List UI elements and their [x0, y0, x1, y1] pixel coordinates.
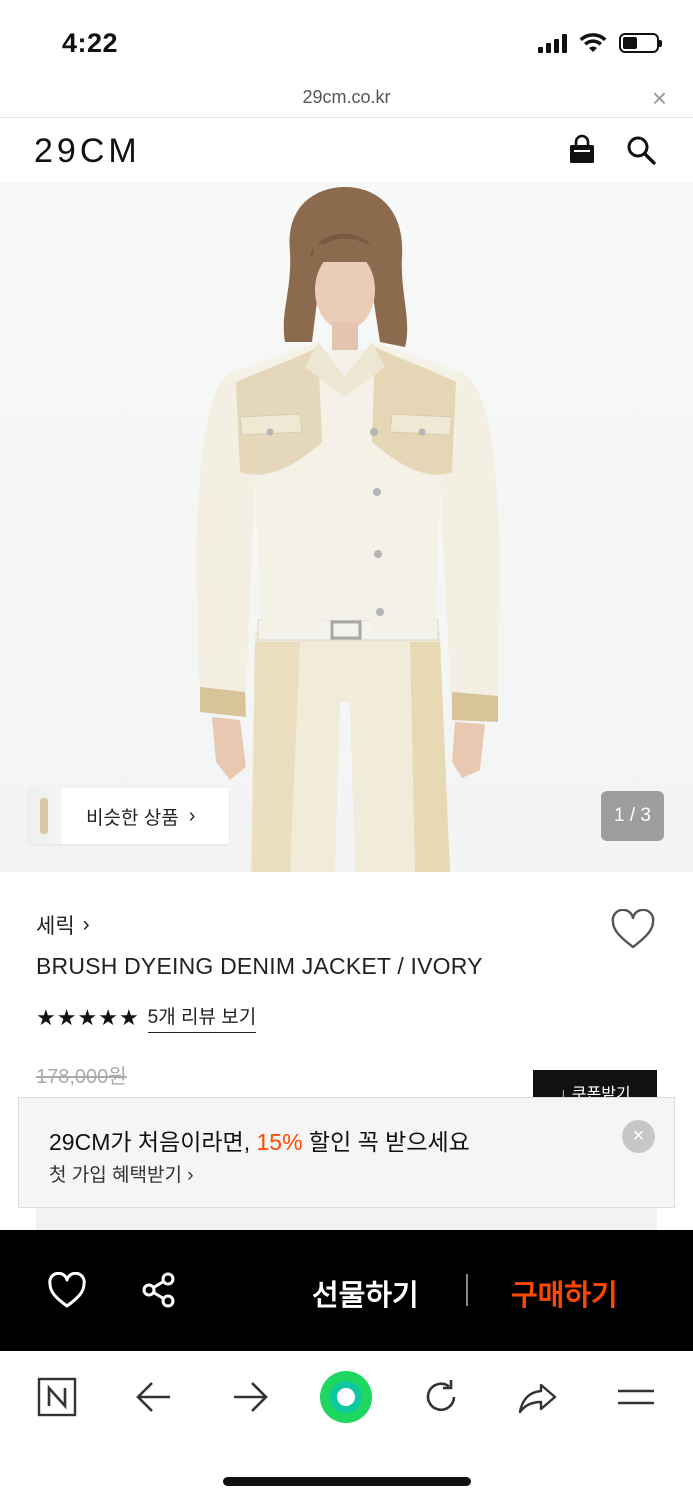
heart-icon[interactable]	[47, 1272, 87, 1310]
search-icon[interactable]	[625, 134, 657, 166]
star-icon: ★	[77, 1004, 98, 1030]
product-photo	[196, 187, 500, 872]
close-icon[interactable]: ×	[622, 1120, 655, 1153]
battery-icon	[619, 33, 662, 53]
naver-home-icon[interactable]	[35, 1375, 79, 1419]
review-link[interactable]: 5개 리뷰 보기	[147, 1002, 257, 1033]
promo-signup-link[interactable]: 첫 가입 혜택받기 ›	[49, 1160, 194, 1187]
back-arrow-icon[interactable]	[132, 1375, 176, 1419]
heart-icon[interactable]	[610, 909, 656, 951]
refresh-icon[interactable]	[419, 1375, 463, 1419]
star-icon: ★	[36, 1004, 56, 1030]
content-strip	[36, 1208, 657, 1230]
cellular-signal-icon	[538, 33, 567, 53]
promo-title-prefix: 29CM가 처음이라면,	[49, 1129, 257, 1155]
share-arrow-icon[interactable]	[516, 1375, 560, 1419]
green-dot-icon[interactable]	[318, 1369, 374, 1425]
promo-discount: 15%	[256, 1129, 303, 1155]
similar-products-button[interactable]: 비슷한 상품 ›	[28, 788, 229, 844]
rating-stars: ★ ★ ★ ★ ★	[36, 1004, 139, 1030]
shopping-bag-icon[interactable]	[566, 134, 598, 166]
status-icons	[538, 32, 662, 54]
image-page-indicator: 1 / 3	[601, 791, 664, 841]
url-text[interactable]: 29cm.co.kr	[0, 87, 693, 108]
product-name: BRUSH DYEING DENIM JACKET / IVORY	[36, 953, 483, 979]
browser-toolbar	[0, 1351, 693, 1500]
similar-products-label: 비슷한 상품	[86, 807, 179, 829]
rating-row: ★ ★ ★ ★ ★ 5개 리뷰 보기	[36, 1002, 257, 1033]
home-indicator[interactable]	[223, 1477, 471, 1486]
star-icon: ★	[56, 1004, 77, 1030]
status-bar: 4:22	[0, 0, 693, 84]
share-icon[interactable]	[140, 1271, 178, 1309]
similar-product-thumbnail	[28, 788, 62, 844]
signup-promo-banner[interactable]: 29CM가 처음이라면, 15% 할인 꼭 받으세요 첫 가입 혜택받기 › ×	[18, 1097, 675, 1208]
coupon-button[interactable]: ↓ 쿠폰받기	[533, 1070, 657, 1100]
status-time: 4:22	[62, 28, 119, 58]
divider	[466, 1274, 468, 1306]
close-icon[interactable]: ×	[652, 85, 667, 111]
chevron-right-icon: ›	[188, 804, 196, 827]
product-image-carousel[interactable]: 비슷한 상품 › 1 / 3	[0, 182, 693, 872]
site-logo[interactable]: 29CM	[34, 132, 141, 171]
wifi-icon	[579, 33, 607, 52]
original-price: 178,000원	[36, 1066, 127, 1088]
buy-button[interactable]: 구매하기	[511, 1272, 618, 1314]
gift-button[interactable]: 선물하기	[312, 1272, 419, 1314]
brand-name: 세릭	[36, 915, 75, 938]
brand-link[interactable]: 세릭 ›	[36, 910, 90, 940]
forward-arrow-icon[interactable]	[228, 1375, 272, 1419]
star-icon: ★	[118, 1004, 139, 1030]
site-header: 29CM	[0, 118, 693, 182]
chevron-right-icon: ›	[82, 913, 90, 936]
promo-title: 29CM가 처음이라면, 15% 할인 꼭 받으세요	[49, 1123, 470, 1157]
star-icon: ★	[98, 1004, 118, 1030]
purchase-action-bar: 선물하기 구매하기	[0, 1230, 693, 1351]
promo-title-suffix: 할인 꼭 받으세요	[302, 1129, 470, 1155]
browser-url-bar[interactable]: 29cm.co.kr ×	[0, 84, 693, 118]
menu-icon[interactable]	[614, 1375, 658, 1419]
